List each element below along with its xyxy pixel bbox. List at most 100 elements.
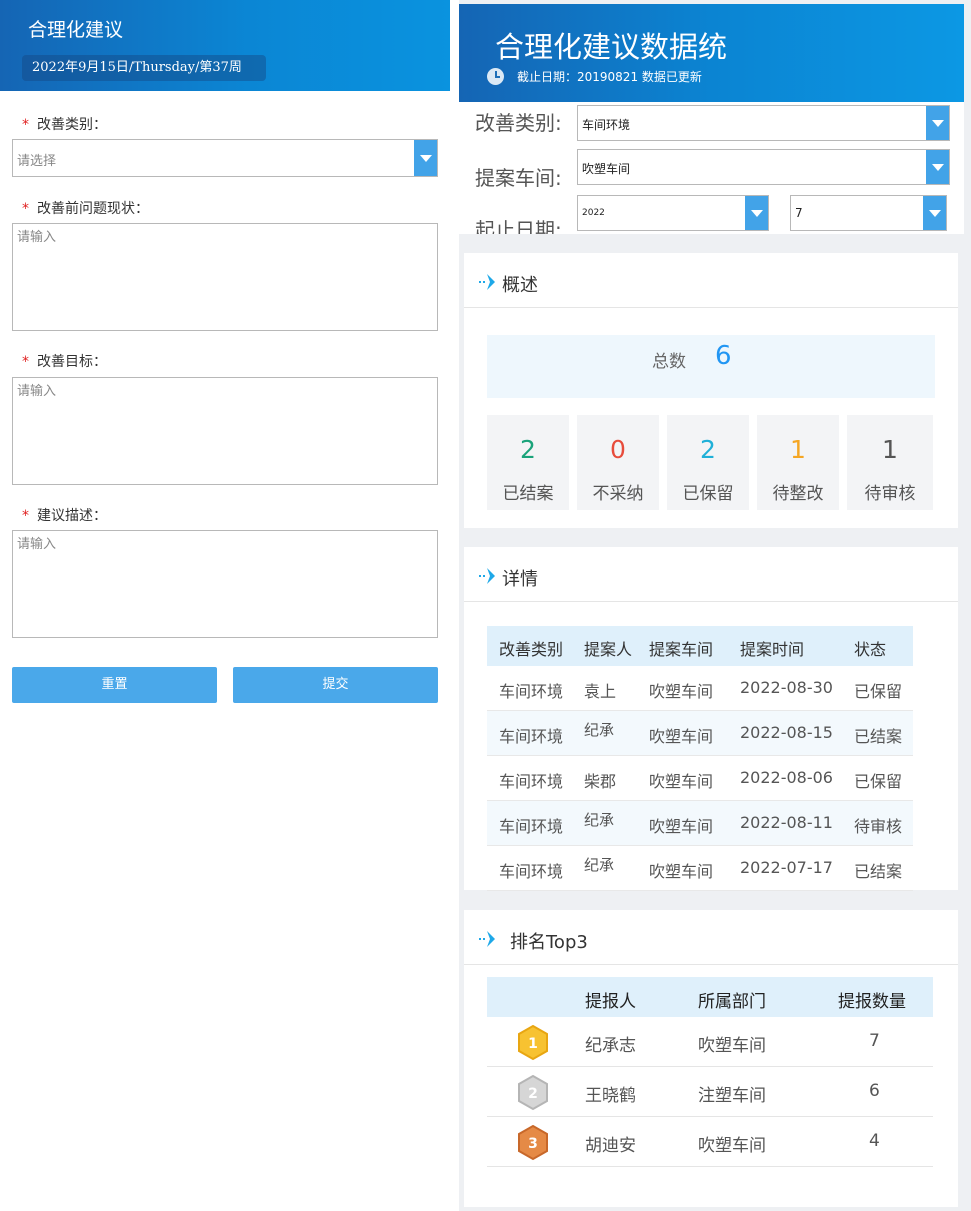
table-cell: 2022-07-17 (740, 858, 833, 877)
table-cell: 待审核 (854, 817, 903, 836)
year-select[interactable]: 2022 (577, 195, 769, 231)
table-cell: 柴郡 (584, 772, 617, 791)
ranking-name: 纪承志 (585, 1036, 636, 1056)
target-label: * 改善目标： (22, 354, 107, 370)
arrow-right-icon (479, 931, 495, 947)
table-row[interactable]: 车间环境 纪承 吹塑车间 2022-08-11 待审核 (487, 801, 913, 846)
details-table: 改善类别 提案人 提案车间 提案时间 状态 车间环境 袁上 吹塑车间 2022-08-30 已保留… (487, 626, 913, 891)
table-cell: 纪承 (584, 811, 615, 829)
table-cell: 袁上 (584, 682, 617, 701)
category-filter-label: 改善类别: (475, 111, 562, 135)
stat-tile: 1 待审核 (847, 415, 933, 510)
medal-rank: 1 (528, 1036, 538, 1052)
table-row[interactable]: 车间环境 柴郡 吹塑车间 2022-08-06 已保留 (487, 756, 913, 801)
ranking-row[interactable]: 2 王晓鹤 注塑车间 6 (487, 1067, 933, 1117)
gold-medal-icon: 1 (518, 1025, 548, 1061)
description-textarea[interactable]: 请输入 (12, 530, 438, 638)
filter-area: 改善类别: 车间环境 提案车间: 吹塑车间 起止日期: 2022 7 (459, 102, 964, 234)
table-cell: 吹塑车间 (649, 727, 714, 746)
update-info: 截止日期：20190821 数据已更新 (487, 68, 702, 85)
ranking-title: 排名Top3 (510, 932, 588, 953)
chevron-down-icon[interactable] (926, 106, 949, 140)
column-header: 提报人 (585, 992, 636, 1012)
table-cell: 车间环境 (499, 727, 564, 746)
date-badge: 2022年9月15日/Thursday/第37周 (22, 55, 266, 81)
category-filter-select[interactable]: 车间环境 (577, 105, 950, 141)
stat-value: 2 (520, 435, 536, 464)
month-select[interactable]: 7 (790, 195, 947, 231)
table-cell: 2022-08-11 (740, 813, 833, 832)
ranking-name: 王晓鹤 (585, 1086, 636, 1106)
stat-tile: 1 待整改 (757, 415, 839, 510)
bronze-medal-icon: 3 (518, 1125, 548, 1161)
ranking-header: 排名Top3 (464, 910, 958, 965)
table-cell: 2022-08-15 (740, 723, 833, 742)
stat-tile: 2 已保留 (667, 415, 749, 510)
description-label: * 建议描述： (22, 508, 107, 524)
table-cell: 纪承 (584, 721, 615, 739)
silver-medal-icon: 2 (518, 1075, 548, 1111)
form-title: 合理化建议 (28, 19, 124, 41)
table-cell: 2022-08-06 (740, 768, 833, 787)
table-row[interactable]: 车间环境 纪承 吹塑车间 2022-08-15 已结案 (487, 711, 913, 756)
table-cell: 已保留 (854, 772, 903, 791)
chevron-down-icon[interactable] (414, 140, 437, 176)
category-select[interactable]: 请选择 (12, 139, 438, 177)
chevron-down-icon[interactable] (926, 150, 949, 184)
ranking-row[interactable]: 1 纪承志 吹塑车间 7 (487, 1017, 933, 1067)
ranking-table: 提报人 所属部门 提报数量 1 纪承志 吹塑车间 7 2 王晓鹤 注塑车间 6 3 胡迪安 吹塑车间 4 (487, 977, 933, 1167)
stat-label: 已结案 (502, 484, 554, 504)
ranking-header-row: 提报人 所属部门 提报数量 (487, 977, 933, 1017)
date-range-label: 起止日期: (475, 218, 562, 234)
stat-value: 0 (610, 435, 626, 464)
medal-rank: 2 (528, 1086, 538, 1102)
table-cell: 车间环境 (499, 772, 564, 791)
chevron-down-icon[interactable] (745, 196, 768, 230)
stat-label: 待审核 (864, 484, 916, 504)
stat-value: 1 (882, 435, 898, 464)
table-cell: 已结案 (854, 727, 903, 746)
update-text: 截止日期：20190821 数据已更新 (517, 70, 702, 84)
table-cell: 车间环境 (499, 682, 564, 701)
ranking-dept: 吹塑车间 (698, 1136, 766, 1156)
table-cell: 已保留 (854, 682, 903, 701)
table-row[interactable]: 车间环境 纪承 吹塑车间 2022-07-17 已结案 (487, 846, 913, 891)
chevron-down-icon[interactable] (923, 196, 946, 230)
target-textarea[interactable]: 请输入 (12, 377, 438, 485)
overview-header: 概述 (464, 253, 958, 308)
stats-header: 合理化建议数据统 截止日期：20190821 数据已更新 (459, 4, 964, 102)
column-header: 状态 (854, 640, 887, 659)
submit-button[interactable]: 提交 (233, 667, 438, 703)
reset-button[interactable]: 重置 (12, 667, 217, 703)
table-cell: 吹塑车间 (649, 682, 714, 701)
table-cell: 纪承 (584, 856, 615, 874)
column-header: 提案车间 (649, 640, 714, 659)
total-label: 总数 (652, 352, 686, 372)
column-header: 提案时间 (740, 640, 805, 659)
suggestion-form-panel: 合理化建议 2022年9月15日/Thursday/第37周 * 改善类别： 请选… (0, 0, 450, 1211)
workshop-filter-select[interactable]: 吹塑车间 (577, 149, 950, 185)
required-mark: * (22, 508, 29, 524)
table-row[interactable]: 车间环境 袁上 吹塑车间 2022-08-30 已保留 (487, 666, 913, 711)
table-cell: 车间环境 (499, 862, 564, 881)
details-title: 详情 (502, 569, 538, 590)
ranking-row[interactable]: 3 胡迪安 吹塑车间 4 (487, 1117, 933, 1167)
current-state-label: * 改善前问题现状： (22, 201, 149, 217)
stat-tile: 0 不采纳 (577, 415, 659, 510)
stat-label: 待整改 (772, 484, 824, 504)
column-header: 所属部门 (698, 992, 766, 1012)
column-header: 改善类别 (499, 640, 564, 659)
medal-rank: 3 (528, 1136, 538, 1152)
clock-icon (487, 68, 504, 85)
required-mark: * (22, 201, 29, 217)
table-cell: 2022-08-30 (740, 678, 833, 697)
total-box: 总数 6 (487, 335, 935, 398)
table-cell: 已结案 (854, 862, 903, 881)
stat-value: 2 (700, 435, 716, 464)
ranking-name: 胡迪安 (585, 1136, 636, 1156)
current-state-textarea[interactable]: 请输入 (12, 223, 438, 331)
stat-label: 不采纳 (592, 484, 644, 504)
ranking-count: 7 (869, 1031, 880, 1051)
ranking-count: 6 (869, 1081, 880, 1101)
table-header-row: 改善类别 提案人 提案车间 提案时间 状态 (487, 626, 913, 666)
